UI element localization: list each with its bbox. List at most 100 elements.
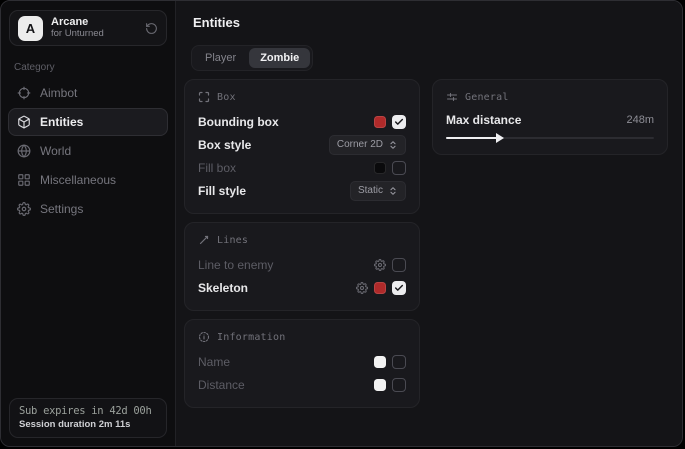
app-title: Arcane [51, 16, 137, 29]
sliders-icon [446, 91, 458, 103]
sidebar-item-label: Miscellaneous [40, 173, 116, 187]
general-panel: General Max distance 248m [432, 79, 668, 155]
information-panel: Information Name Distance [184, 319, 420, 408]
checkbox-checked[interactable] [392, 281, 406, 295]
box-style-select[interactable]: Corner 2D [329, 135, 406, 155]
setting-label: Name [198, 355, 230, 369]
select-value: Corner 2D [337, 139, 383, 150]
color-swatch[interactable] [374, 379, 386, 391]
sidebar-item-label: World [40, 144, 71, 158]
max-distance-slider[interactable] [446, 133, 654, 143]
setting-row-distance: Distance [198, 373, 406, 396]
brand-text: Arcane for Unturned [51, 16, 137, 40]
box-panel-header: Box [198, 89, 406, 105]
tab-player[interactable]: Player [194, 48, 247, 68]
unfold-icon [388, 186, 398, 196]
information-panel-header: Information [198, 329, 406, 345]
lines-panel: Lines Line to enemy Skeleton [184, 222, 420, 311]
sidebar-item-world[interactable]: World [8, 137, 168, 165]
tab-zombie[interactable]: Zombie [249, 48, 310, 68]
general-panel-header: General [446, 89, 654, 105]
setting-row-line-to-enemy: Line to enemy [198, 253, 406, 276]
setting-label: Box style [198, 138, 251, 152]
lines-panel-header: Lines [198, 232, 406, 248]
row-controls [374, 355, 406, 369]
max-distance-value: 248m [626, 114, 654, 126]
sidebar-item-label: Settings [40, 202, 83, 216]
checkbox-unchecked[interactable] [392, 161, 406, 175]
right-column: General Max distance 248m [432, 79, 668, 155]
setting-row-skeleton: Skeleton [198, 276, 406, 299]
setting-label: Fill box [198, 161, 236, 175]
fill-style-select[interactable]: Static [350, 181, 406, 201]
color-swatch[interactable] [374, 116, 386, 128]
entity-type-tabs: Player Zombie [191, 45, 313, 71]
left-column: Box Bounding box Box style [184, 79, 420, 408]
setting-label: Skeleton [198, 281, 248, 295]
sidebar-item-label: Entities [40, 115, 83, 129]
sidebar: A Arcane for Unturned Category Aimbot [1, 1, 176, 446]
main-content: Entities Player Zombie Box Bounding box [176, 1, 682, 446]
grid-icon [17, 173, 31, 187]
box-corners-icon [198, 91, 210, 103]
app-logo: A [18, 16, 43, 41]
select-value: Static [358, 185, 383, 196]
setting-row-fill-box: Fill box [198, 156, 406, 179]
row-controls [374, 378, 406, 392]
sidebar-item-settings[interactable]: Settings [8, 195, 168, 223]
app-subtitle: for Unturned [51, 29, 137, 40]
line-icon [198, 234, 210, 246]
row-controls [374, 258, 406, 272]
setting-row-box-style: Box style Corner 2D [198, 133, 406, 156]
row-controls: Corner 2D [329, 135, 406, 155]
sub-expiry-text: Sub expires in 42d 00h [19, 405, 157, 417]
color-swatch[interactable] [374, 356, 386, 368]
session-duration-text: Session duration 2m 11s [19, 419, 157, 430]
cube-icon [17, 115, 31, 129]
row-settings-gear-icon[interactable] [356, 282, 368, 294]
app-window: A Arcane for Unturned Category Aimbot [0, 0, 683, 447]
info-icon [198, 331, 210, 343]
check-icon [394, 283, 404, 293]
row-controls [374, 161, 406, 175]
row-settings-gear-icon[interactable] [374, 259, 386, 271]
sidebar-item-entities[interactable]: Entities [8, 108, 168, 136]
crosshair-icon [17, 86, 31, 100]
setting-label: Distance [198, 378, 245, 392]
color-swatch[interactable] [374, 162, 386, 174]
check-icon [394, 117, 404, 127]
panel-title: Box [217, 92, 236, 103]
setting-row-bounding-box: Bounding box [198, 110, 406, 133]
setting-label: Line to enemy [198, 258, 273, 272]
checkbox-checked[interactable] [392, 115, 406, 129]
panel-title: Information [217, 332, 285, 343]
row-controls: Static [350, 181, 406, 201]
refresh-icon[interactable] [145, 22, 158, 35]
setting-row-name: Name [198, 350, 406, 373]
setting-row-fill-style: Fill style Static [198, 179, 406, 202]
brand-card: A Arcane for Unturned [9, 10, 167, 46]
sidebar-item-label: Aimbot [40, 86, 77, 100]
sidebar-item-aimbot[interactable]: Aimbot [8, 79, 168, 107]
color-swatch[interactable] [374, 282, 386, 294]
panel-title: Lines [217, 235, 248, 246]
gear-icon [17, 202, 31, 216]
sidebar-item-miscellaneous[interactable]: Miscellaneous [8, 166, 168, 194]
slider-fill [446, 137, 498, 139]
box-panel: Box Bounding box Box style [184, 79, 420, 214]
slider-handle[interactable] [496, 133, 504, 143]
checkbox-unchecked[interactable] [392, 355, 406, 369]
unfold-icon [388, 140, 398, 150]
setting-label: Max distance [446, 113, 521, 127]
checkbox-unchecked[interactable] [392, 378, 406, 392]
logo-letter: A [26, 21, 35, 36]
sidebar-nav: Aimbot Entities World Miscellaneous [1, 79, 175, 223]
page-title: Entities [193, 15, 240, 30]
setting-label: Bounding box [198, 115, 279, 129]
setting-label: Fill style [198, 184, 246, 198]
row-controls [374, 115, 406, 129]
setting-row-max-distance: Max distance 248m [446, 110, 654, 130]
checkbox-unchecked[interactable] [392, 258, 406, 272]
panel-columns: Box Bounding box Box style [184, 79, 668, 408]
subscription-card: Sub expires in 42d 00h Session duration … [9, 398, 167, 438]
